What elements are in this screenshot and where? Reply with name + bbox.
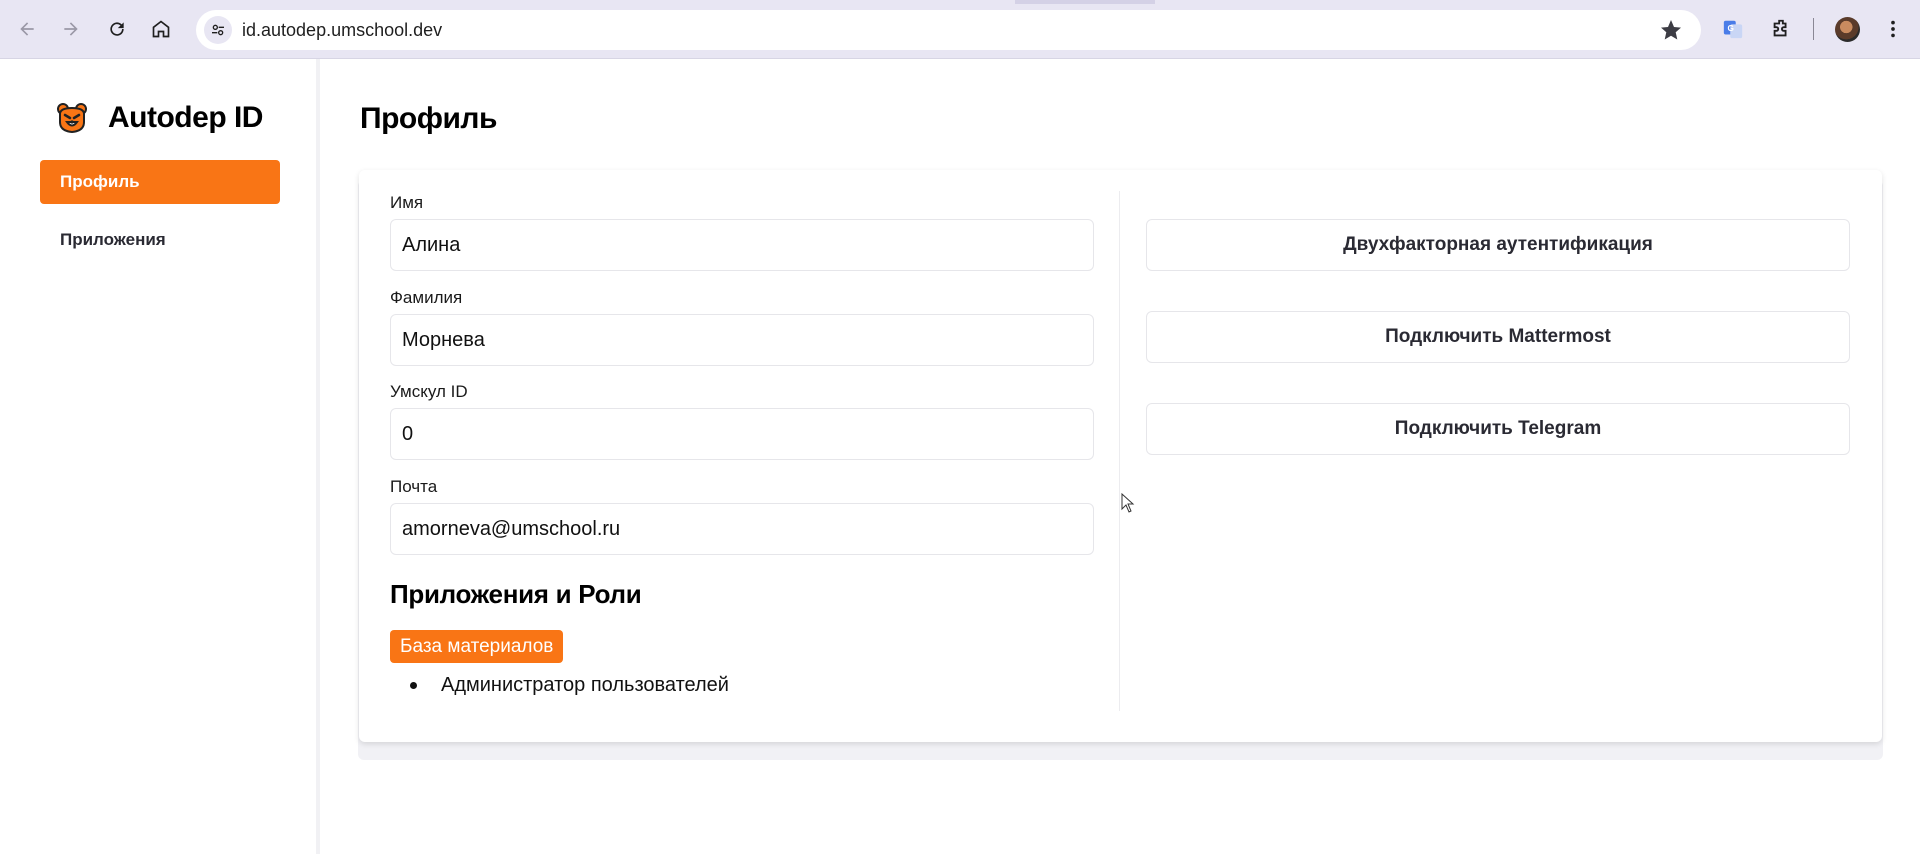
role-list-item: Администратор пользователей [410,674,729,697]
sidebar-item-label: Приложения [60,230,166,249]
first-name-field[interactable] [390,219,1094,271]
brand[interactable]: Autodep ID [56,101,263,135]
brand-name: Autodep ID [108,101,263,134]
sidebar-item-label: Профиль [60,172,140,191]
browser-toolbar: id.autodep.umschool.dev G [0,0,1920,59]
column-divider [1119,191,1120,711]
role-label: Администратор пользователей [441,674,729,696]
bear-logo-icon [57,103,87,134]
email-label: Почта [390,477,438,496]
mouse-cursor-icon [1121,493,1135,513]
site-settings-icon[interactable] [204,16,232,44]
app-tag: База материалов [390,630,564,663]
forward-icon[interactable] [53,11,89,47]
connect-telegram-button[interactable]: Подключить Telegram [1146,403,1850,455]
profile-avatar[interactable] [1835,17,1860,42]
tab-strip-edge [1015,0,1155,4]
address-bar[interactable]: id.autodep.umschool.dev [196,10,1701,50]
toolbar-divider [1813,18,1814,40]
url-text[interactable]: id.autodep.umschool.dev [242,20,442,41]
email-field[interactable] [390,503,1094,555]
apps-roles-heading: Приложения и Роли [390,579,642,609]
page-title: Профиль [360,102,497,135]
umschool-id-field[interactable] [390,408,1094,460]
last-name-label: Фамилия [390,288,463,307]
back-icon[interactable] [9,11,45,47]
translate-extension-icon[interactable]: G [1720,16,1746,42]
sidebar: Autodep ID Профиль Приложения [0,59,320,854]
connect-mattermost-button[interactable]: Подключить Mattermost [1146,311,1850,363]
sidebar-item-applications[interactable]: Приложения [40,218,280,262]
home-icon[interactable] [143,11,179,47]
sidebar-item-profile[interactable]: Профиль [40,160,280,204]
svg-text:G: G [1728,24,1734,33]
reload-icon[interactable] [99,11,135,47]
extensions-puzzle-icon[interactable] [1768,16,1794,42]
first-name-label: Имя [390,193,424,212]
umschool-id-label: Умскул ID [390,382,468,401]
last-name-field[interactable] [390,314,1094,366]
bookmark-star-icon[interactable] [1659,18,1683,42]
more-menu-icon[interactable] [1880,16,1906,42]
bullet-icon [410,682,417,689]
two-factor-auth-button[interactable]: Двухфакторная аутентификация [1146,219,1850,271]
